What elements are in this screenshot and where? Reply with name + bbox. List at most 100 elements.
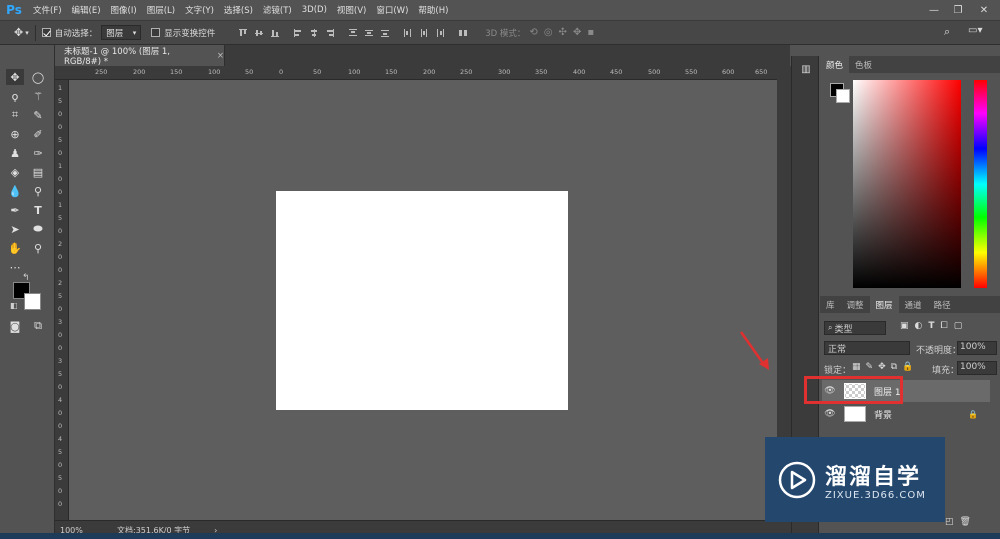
tab-layers[interactable]: 图层 xyxy=(869,296,899,313)
marquee-tool-icon[interactable]: ◯ xyxy=(29,69,47,85)
menu-image[interactable]: 图像(I) xyxy=(106,4,142,16)
ellipse-tool-icon[interactable]: ⬬ xyxy=(29,221,47,237)
tab-adjustments[interactable]: 调整 xyxy=(841,296,870,313)
document-canvas[interactable] xyxy=(276,191,568,410)
search-icon[interactable]: ⌕ xyxy=(944,25,950,39)
smart-object-filter-icon[interactable]: ▢ xyxy=(954,321,963,331)
background-color-swatch[interactable] xyxy=(24,293,41,310)
auto-align-icon[interactable] xyxy=(458,28,468,38)
lock-pixels-icon[interactable]: ✎ xyxy=(866,362,874,372)
move-tool-preset-icon[interactable]: ✥ xyxy=(14,26,23,39)
layer-row[interactable]: 👁 背景 🔒 xyxy=(822,403,990,425)
restore-button[interactable]: ❐ xyxy=(946,0,970,20)
default-colors-icon[interactable]: ◧ xyxy=(10,301,18,310)
color-panel-background[interactable] xyxy=(836,89,850,103)
distribute-bottom-icon[interactable] xyxy=(380,28,390,38)
3d-slide-icon[interactable]: ✥ xyxy=(573,27,581,38)
close-window-button[interactable]: ✕ xyxy=(972,0,996,20)
chevron-down-icon[interactable]: ▾ xyxy=(25,29,29,37)
align-top-icon[interactable] xyxy=(238,28,248,38)
document-tab[interactable]: 未标题-1 @ 100% (图层 1, RGB/8#) * × xyxy=(55,45,225,67)
hand-tool-icon[interactable]: ✋ xyxy=(6,240,24,256)
adjustment-filter-icon[interactable]: ◐ xyxy=(915,321,923,331)
3d-roll-icon[interactable]: ◎ xyxy=(544,27,553,38)
eyedropper-tool-icon[interactable]: ✎ xyxy=(29,107,47,123)
type-filter-icon[interactable]: T xyxy=(928,321,934,331)
eye-icon[interactable]: 👁 xyxy=(822,409,838,419)
auto-select-dropdown[interactable]: 图层 ▾ xyxy=(101,25,142,40)
magic-wand-tool-icon[interactable]: ⚚ xyxy=(29,88,47,104)
blur-tool-icon[interactable]: 💧 xyxy=(6,183,24,199)
tab-paths[interactable]: 路径 xyxy=(928,296,957,313)
show-transform-controls-checkbox[interactable] xyxy=(151,28,161,37)
tab-color[interactable]: 颜色 xyxy=(820,56,850,73)
distribute-top-icon[interactable] xyxy=(348,28,358,38)
lock-position-icon[interactable]: ✥ xyxy=(878,362,886,372)
distribute-right-icon[interactable] xyxy=(435,28,445,38)
crop-tool-icon[interactable]: ⌗ xyxy=(6,107,24,123)
shape-filter-icon[interactable]: ⧠ xyxy=(941,321,948,331)
3d-drag-icon[interactable]: ✣ xyxy=(559,27,567,38)
menu-layer[interactable]: 图层(L) xyxy=(142,4,180,16)
3d-rotate-icon[interactable]: ⟲ xyxy=(529,27,537,38)
path-selection-tool-icon[interactable]: ➤ xyxy=(6,221,24,237)
menu-window[interactable]: 窗口(W) xyxy=(371,4,413,16)
healing-brush-tool-icon[interactable]: ⊕ xyxy=(6,126,24,142)
minimize-button[interactable]: — xyxy=(922,0,946,20)
menu-view[interactable]: 视图(V) xyxy=(332,4,371,16)
clone-stamp-tool-icon[interactable]: ♟ xyxy=(6,145,24,161)
screen-mode-icon[interactable]: ⧉ xyxy=(29,318,47,334)
align-bottom-icon[interactable] xyxy=(270,28,280,38)
menu-type[interactable]: 文字(Y) xyxy=(180,4,219,16)
ruler-tick-label: 5 xyxy=(58,214,63,222)
close-tab-icon[interactable]: × xyxy=(217,51,224,61)
new-layer-icon[interactable]: ◰ xyxy=(945,517,954,527)
quick-mask-icon[interactable]: ◙ xyxy=(6,318,24,334)
layer-filter-dropdown[interactable]: ⌕ 类型 xyxy=(824,321,886,335)
fill-field[interactable]: 100% xyxy=(957,361,997,375)
menu-file[interactable]: 文件(F) xyxy=(28,4,67,16)
opacity-field[interactable]: 100% xyxy=(957,341,997,355)
ruler-tick-label: 5 xyxy=(58,448,63,456)
distribute-vcenter-icon[interactable] xyxy=(364,28,374,38)
lock-all-icon[interactable]: 🔒 xyxy=(902,362,913,372)
tab-libraries[interactable]: 库 xyxy=(820,296,841,313)
history-panel-icon[interactable]: ▥ xyxy=(799,64,813,78)
blend-mode-dropdown[interactable]: 正常 xyxy=(824,341,910,355)
distribute-left-icon[interactable] xyxy=(403,28,413,38)
pen-tool-icon[interactable]: ✒ xyxy=(6,202,24,218)
delete-layer-icon[interactable]: 🗑 xyxy=(960,517,971,527)
3d-scale-icon[interactable]: ▪ xyxy=(587,27,594,38)
blend-mode-value: 正常 xyxy=(828,344,847,355)
lock-transparent-icon[interactable]: ▦ xyxy=(852,362,861,372)
swap-colors-icon[interactable]: ↰ xyxy=(22,273,30,283)
workspace-icon[interactable]: ▭▾ xyxy=(968,25,982,36)
menu-3d[interactable]: 3D(D) xyxy=(297,5,332,15)
zoom-tool-icon[interactable]: ⚲ xyxy=(29,240,47,256)
pixel-filter-icon[interactable]: ▣ xyxy=(900,321,909,331)
distribute-hcenter-icon[interactable] xyxy=(419,28,429,38)
dodge-tool-icon[interactable]: ⚲ xyxy=(29,183,47,199)
align-right-icon[interactable] xyxy=(325,28,335,38)
menu-edit[interactable]: 编辑(E) xyxy=(67,4,106,16)
menu-select[interactable]: 选择(S) xyxy=(219,4,258,16)
type-tool-icon[interactable]: T xyxy=(29,202,47,218)
lock-artboard-icon[interactable]: ⧉ xyxy=(891,362,897,372)
align-vcenter-icon[interactable] xyxy=(254,28,264,38)
align-left-icon[interactable] xyxy=(293,28,303,38)
tab-swatches[interactable]: 色板 xyxy=(849,56,878,73)
menu-filter[interactable]: 滤镜(T) xyxy=(258,4,297,16)
lasso-tool-icon[interactable]: ϙ xyxy=(6,88,24,104)
auto-select-checkbox[interactable] xyxy=(41,28,51,37)
history-brush-tool-icon[interactable]: ✑ xyxy=(29,145,47,161)
menu-help[interactable]: 帮助(H) xyxy=(413,4,453,16)
hue-slider[interactable] xyxy=(974,80,987,288)
gradient-tool-icon[interactable]: ▤ xyxy=(29,164,47,180)
tab-channels[interactable]: 通道 xyxy=(899,296,928,313)
move-tool-icon[interactable]: ✥ xyxy=(6,69,24,85)
eraser-tool-icon[interactable]: ◈ xyxy=(6,164,24,180)
ruler-tick-label: 0 xyxy=(58,227,63,235)
align-hcenter-icon[interactable] xyxy=(309,28,319,38)
color-field[interactable] xyxy=(853,80,961,288)
brush-tool-icon[interactable]: ✐ xyxy=(29,126,47,142)
